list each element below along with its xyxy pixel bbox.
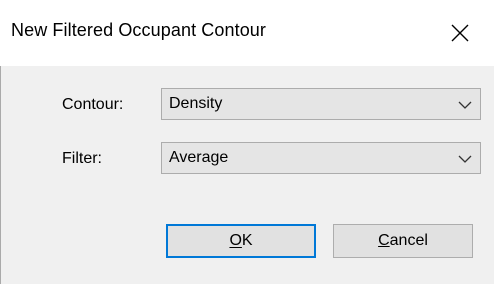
ok-button[interactable]: OK bbox=[166, 224, 316, 258]
chevron-down-icon bbox=[458, 101, 472, 109]
window-border bbox=[0, 66, 1, 284]
ok-button-label: OK bbox=[229, 232, 253, 249]
filter-dropdown[interactable]: Average bbox=[161, 142, 481, 174]
close-button[interactable] bbox=[426, 0, 494, 66]
title-bar: New Filtered Occupant Contour bbox=[0, 0, 494, 66]
chevron-down-icon bbox=[458, 155, 472, 163]
cancel-button-label: Cancel bbox=[378, 232, 428, 249]
contour-label: Contour: bbox=[62, 96, 124, 113]
dialog-title: New Filtered Occupant Contour bbox=[11, 20, 267, 40]
close-icon bbox=[451, 24, 469, 42]
new-filtered-occupant-contour-dialog: New Filtered Occupant Contour Contour: D… bbox=[0, 0, 494, 284]
filter-dropdown-value: Average bbox=[169, 149, 229, 166]
contour-dropdown-value: Density bbox=[169, 95, 223, 112]
cancel-button[interactable]: Cancel bbox=[333, 224, 473, 258]
filter-label: Filter: bbox=[62, 150, 102, 167]
contour-dropdown[interactable]: Density bbox=[161, 88, 481, 120]
